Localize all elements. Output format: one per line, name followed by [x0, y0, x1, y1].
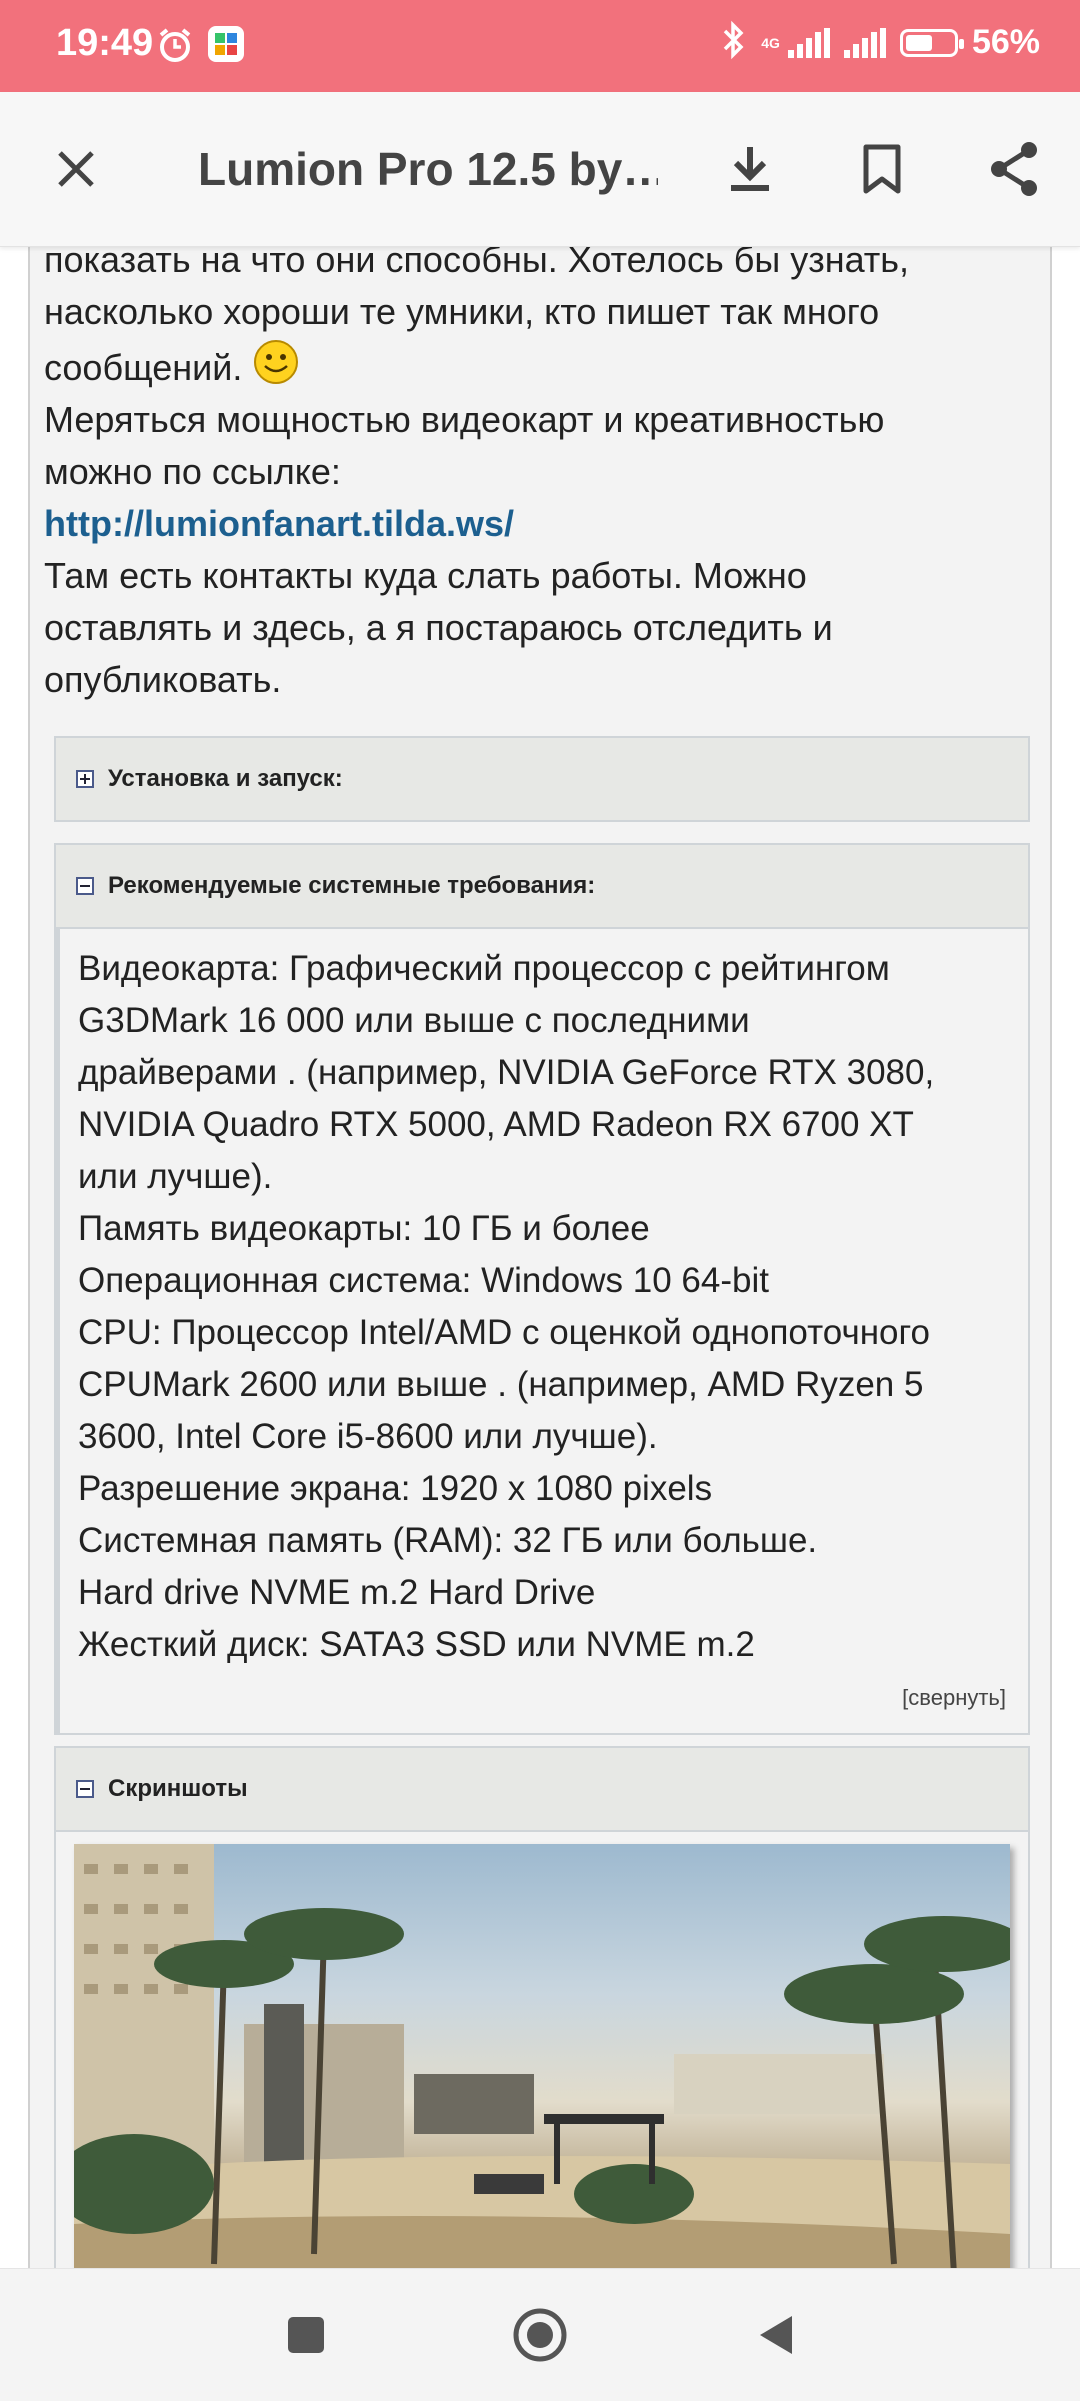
top-toolbar: Lumion Pro 12.5 by… [0, 92, 1080, 247]
req-line: 3600, Intel Core i5-8600 или лучше). [78, 1417, 658, 1456]
req-line: Память видеокарты: 10 ГБ и более [78, 1209, 650, 1248]
landscape-render [74, 1844, 1010, 2268]
download-icon [731, 147, 769, 191]
expand-plus-icon [76, 770, 94, 788]
spoiler-title: Рекомендуемые системные требования: [108, 872, 596, 899]
req-line: или лучше). [78, 1157, 273, 1196]
network-type: 4G [761, 34, 780, 51]
req-line: драйверами . (например, NVIDIA GeForce R… [78, 1053, 935, 1092]
app-notification-icon [208, 26, 244, 62]
alarm-icon [156, 26, 194, 69]
bluetooth-icon [721, 20, 747, 65]
back-triangle-icon [760, 2316, 792, 2354]
close-button[interactable] [36, 129, 116, 209]
intro-line: сообщений. [44, 338, 1034, 394]
spoiler-screenshots-header[interactable]: Скриншоты [56, 1748, 1028, 1832]
bookmark-button[interactable] [842, 129, 922, 209]
intro-text: показать на что они способны. Хотелось б… [44, 246, 1034, 706]
req-line: CPU: Процессор Intel/AMD с оценкой одноп… [78, 1313, 930, 1352]
page-title: Lumion Pro 12.5 by… [198, 143, 658, 195]
intro-line: Меряться мощностью видеокарт и креативно… [44, 399, 885, 440]
bookmark-icon [863, 144, 901, 194]
spoiler-requirements-header[interactable]: Рекомендуемые системные требования: [56, 845, 1028, 929]
status-time: 19:49 [56, 22, 154, 64]
back-button[interactable] [746, 2305, 806, 2365]
battery-percent: 56% [971, 23, 1040, 61]
recents-button[interactable] [276, 2305, 336, 2365]
collapse-minus-icon [76, 1780, 94, 1798]
req-line: Видеокарта: Графический процессор с рейт… [78, 949, 890, 988]
intro-line-text: сообщений. [44, 347, 243, 388]
req-line: NVIDIA Quadro RTX 5000, AMD Radeon RX 67… [78, 1105, 914, 1144]
intro-line: показать на что они способны. Хотелось б… [44, 246, 910, 280]
collapse-link[interactable]: [свернуть] [78, 1683, 1006, 1713]
battery-icon [899, 28, 964, 57]
screenshot-image[interactable] [74, 1844, 1010, 2268]
intro-line: насколько хороши те умники, кто пишет та… [44, 291, 880, 332]
spoiler-install: Установка и запуск: [54, 736, 1030, 822]
req-line: CPUMark 2600 или выше . (например, AMD R… [78, 1365, 924, 1404]
spoiler-install-header[interactable]: Установка и запуск: [56, 738, 1028, 820]
collapse-minus-icon [76, 877, 94, 895]
home-circle-icon [513, 2308, 567, 2362]
intro-line: оставлять и здесь, а я постараюсь отслед… [44, 607, 833, 648]
intro-line: Там есть контакты куда слать работы. Мож… [44, 555, 807, 596]
smiley-icon [254, 340, 299, 384]
req-line: G3DMark 16 000 или выше с последними [78, 1001, 750, 1040]
req-line: Разрешение экрана: 1920 x 1080 pixels [78, 1469, 713, 1508]
download-button[interactable] [710, 129, 790, 209]
spoiler-title: Установка и запуск: [108, 765, 343, 792]
fanart-link[interactable]: http://lumionfanart.tilda.ws/ [44, 498, 1034, 550]
req-line: Hard drive NVME m.2 Hard Drive [78, 1573, 596, 1612]
intro-line: можно по ссылке: [44, 451, 341, 492]
signal-1-icon [787, 27, 830, 58]
spoiler-screenshots: Скриншоты [54, 1746, 1030, 2268]
share-icon [991, 142, 1037, 196]
req-line: Операционная система: Windows 10 64-bit [78, 1261, 769, 1300]
signal-2-icon [843, 27, 886, 58]
share-button[interactable] [974, 129, 1054, 209]
spoiler-title: Скриншоты [108, 1775, 248, 1802]
req-line: Жесткий диск: SATA3 SSD или NVME m.2 [78, 1625, 755, 1664]
intro-line: опубликовать. [44, 659, 282, 700]
post-content: показать на что они способны. Хотелось б… [28, 246, 1052, 2268]
requirements-body: Видеокарта: Графический процессор с рейт… [56, 929, 1028, 1733]
recents-square-icon [288, 2317, 324, 2353]
home-button[interactable] [510, 2305, 570, 2365]
close-icon [58, 151, 94, 187]
spoiler-requirements: Рекомендуемые системные требования: Виде… [54, 843, 1030, 1735]
status-indicators: 4G 56% [721, 20, 1040, 65]
status-bar: 19:49 4G 56% [0, 0, 1080, 92]
system-navigation-bar [0, 2268, 1080, 2401]
req-line: Системная память (RAM): 32 ГБ или больше… [78, 1521, 818, 1560]
